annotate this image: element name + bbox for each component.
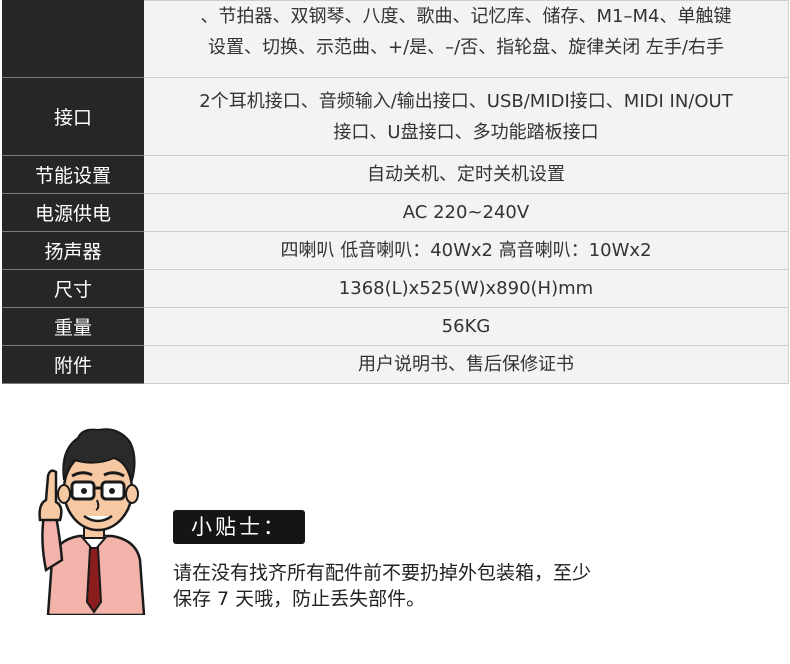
mascot-icon bbox=[38, 428, 146, 615]
spec-value: 56KG bbox=[143, 307, 789, 346]
spec-label: 重量 bbox=[2, 307, 144, 346]
spec-value: 、节拍器、双钢琴、八度、歌曲、记忆库、储存、M1–M4、单触键 设置、切换、示范… bbox=[143, 0, 789, 78]
tips-line: 请在没有找齐所有配件前不要扔掉外包装箱，至少 bbox=[173, 562, 592, 584]
spec-value: 1368(L)x525(W)x890(H)mm bbox=[143, 269, 789, 308]
spec-value-line: 、节拍器、双钢琴、八度、歌曲、记忆库、储存、M1–M4、单触键 bbox=[200, 6, 732, 27]
spec-row-accessories: 附件 用户说明书、售后保修证书 bbox=[2, 345, 789, 384]
spec-row-weight: 重量 56KG bbox=[2, 307, 789, 346]
tips-section: 小贴士： 请在没有找齐所有配件前不要扔掉外包装箱，至少 保存 7 天哦，防止丢失… bbox=[0, 380, 790, 664]
spec-label bbox=[2, 0, 144, 78]
spec-row-power-supply: 电源供电 AC 220~240V bbox=[2, 193, 789, 232]
spec-label: 接口 bbox=[2, 77, 144, 156]
spec-label: 电源供电 bbox=[2, 193, 144, 232]
tips-line: 保存 7 天哦，防止丢失部件。 bbox=[173, 588, 426, 610]
spec-row-functions: 、节拍器、双钢琴、八度、歌曲、记忆库、储存、M1–M4、单触键 设置、切换、示范… bbox=[2, 0, 789, 78]
spec-label: 扬声器 bbox=[2, 231, 144, 270]
spec-table: 、节拍器、双钢琴、八度、歌曲、记忆库、储存、M1–M4、单触键 设置、切换、示范… bbox=[2, 0, 789, 384]
spec-label: 附件 bbox=[2, 345, 144, 384]
spec-label: 节能设置 bbox=[2, 155, 144, 194]
spec-value: 2个耳机接口、音频输入/输出接口、USB/MIDI接口、MIDI IN/OUT … bbox=[143, 77, 789, 156]
spec-value: 四喇叭 低音喇叭：40Wx2 高音喇叭：10Wx2 bbox=[143, 231, 789, 270]
spec-value-line: 设置、切换、示范曲、+/是、–/否、指轮盘、旋律关闭 左手/右手 bbox=[208, 37, 724, 58]
tips-badge: 小贴士： bbox=[173, 510, 305, 544]
spec-value: 用户说明书、售后保修证书 bbox=[143, 345, 789, 384]
spec-value-line: 2个耳机接口、音频输入/输出接口、USB/MIDI接口、MIDI IN/OUT bbox=[199, 90, 733, 112]
spec-value: 自动关机、定时关机设置 bbox=[143, 155, 789, 194]
spec-row-interfaces: 接口 2个耳机接口、音频输入/输出接口、USB/MIDI接口、MIDI IN/O… bbox=[2, 77, 789, 156]
spec-value: AC 220~240V bbox=[143, 193, 789, 232]
spec-row-speakers: 扬声器 四喇叭 低音喇叭：40Wx2 高音喇叭：10Wx2 bbox=[2, 231, 789, 270]
spec-row-dimensions: 尺寸 1368(L)x525(W)x890(H)mm bbox=[2, 269, 789, 308]
tips-text: 请在没有找齐所有配件前不要扔掉外包装箱，至少 保存 7 天哦，防止丢失部件。 bbox=[173, 560, 693, 612]
spec-label: 尺寸 bbox=[2, 269, 144, 308]
spec-value-line: 接口、U盘接口、多功能踏板接口 bbox=[333, 121, 599, 143]
spec-row-power-saving: 节能设置 自动关机、定时关机设置 bbox=[2, 155, 789, 194]
